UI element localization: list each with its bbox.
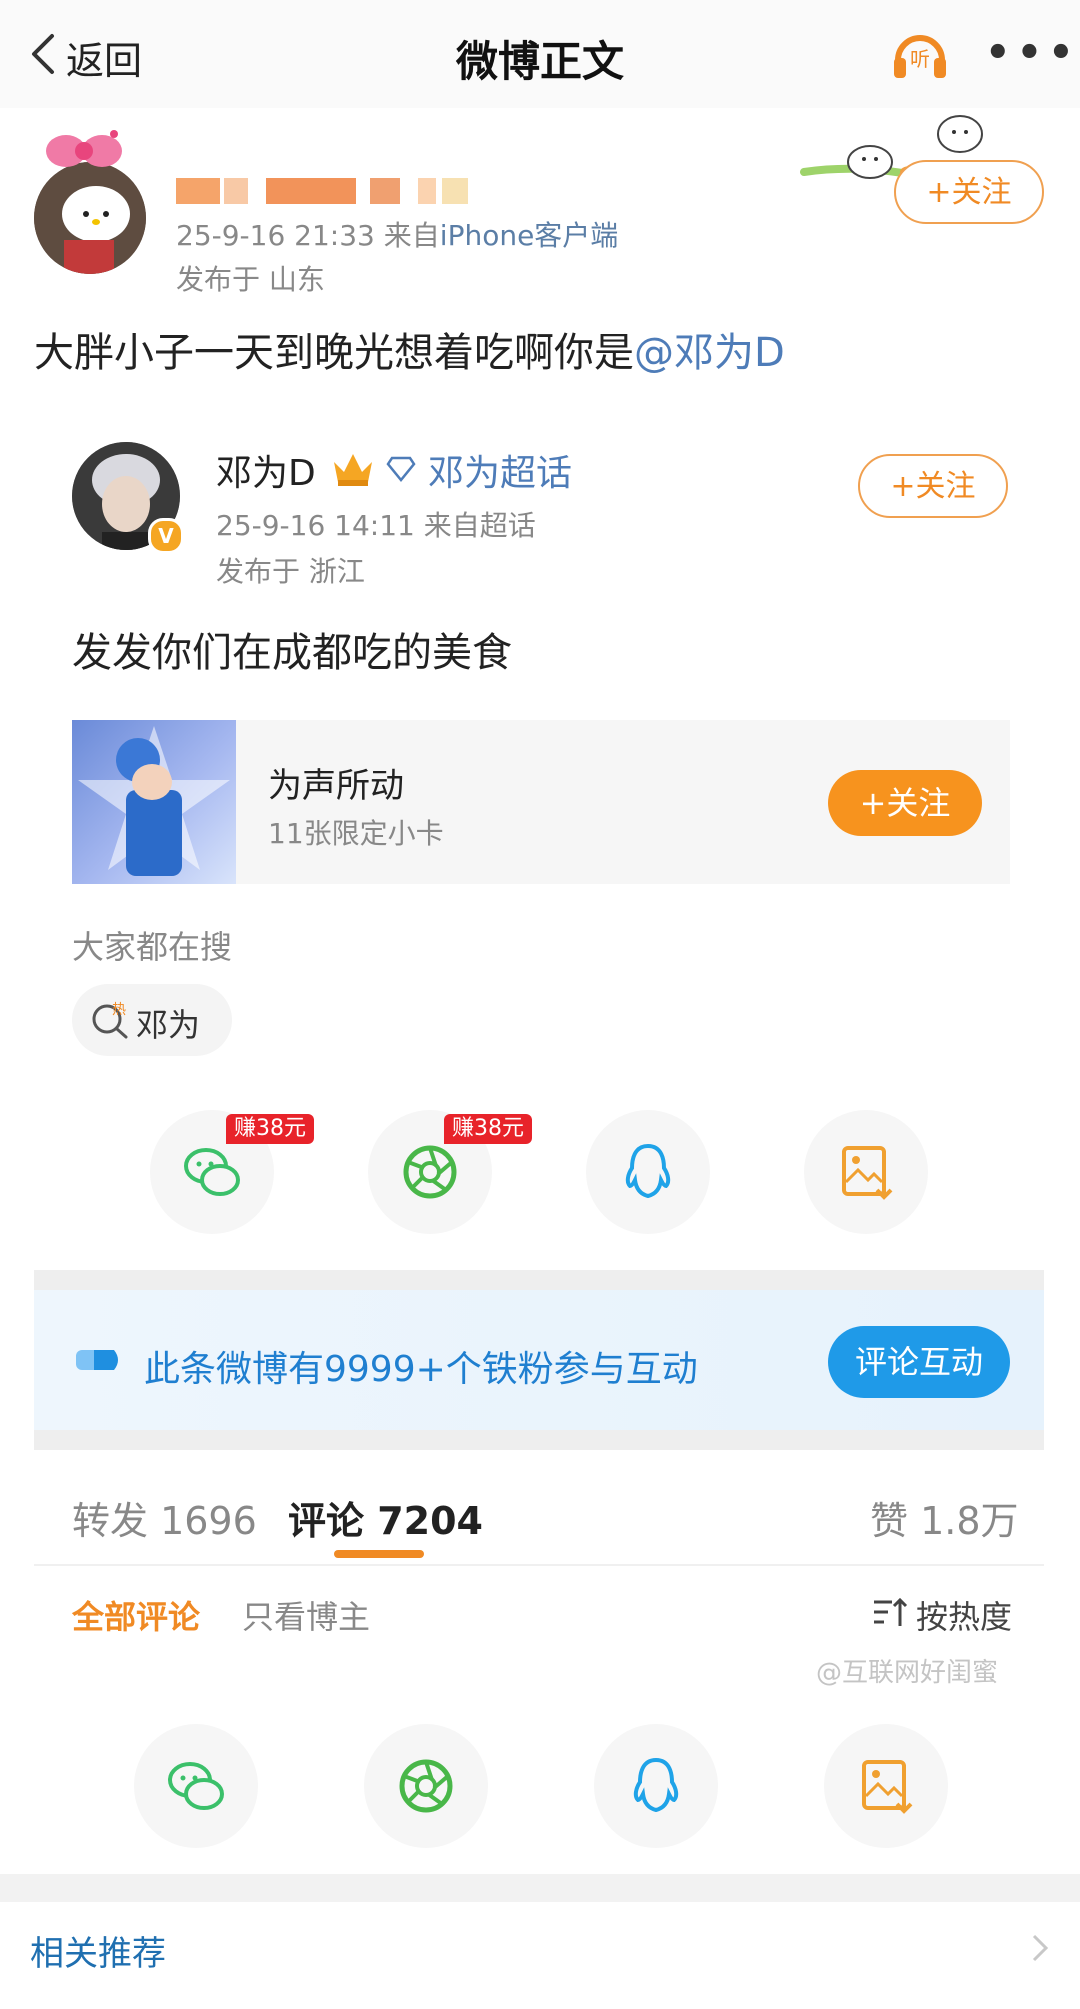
hello-kitty-avatar-icon — [34, 162, 146, 274]
section-separator — [0, 1874, 1080, 1902]
wechat-icon — [168, 1762, 224, 1810]
comment-interaction-button[interactable]: 评论互动 — [828, 1326, 1010, 1398]
hot-search-icon: 热 — [92, 1002, 128, 1039]
blurred-username-part — [266, 178, 356, 204]
filter-author-only[interactable]: 只看博主 — [242, 1592, 370, 1638]
tab-repost[interactable]: 转发 1696 — [72, 1490, 257, 1545]
poster-avatar[interactable] — [34, 162, 146, 274]
divider — [34, 1564, 1044, 1566]
mention-link[interactable]: @邓为D — [634, 330, 785, 376]
listen-label: 听 — [910, 47, 930, 71]
post-time: 25-9-16 21:33 — [176, 219, 375, 252]
reward-badge: 赚38元 — [226, 1114, 314, 1144]
crown-badge-icon — [334, 454, 372, 486]
search-chip-label: 邓为 — [136, 1006, 201, 1044]
pink-bow-icon — [46, 130, 122, 167]
save-image-icon — [862, 1760, 913, 1814]
retweet-location: 发布于 浙江 — [216, 555, 365, 588]
sort-icon[interactable] — [872, 1596, 908, 1630]
post-body: 大胖小子一天到晚光想着吃啊你是 — [34, 330, 634, 376]
retweet-meta: 25-9-16 14:11 来自超话 — [216, 504, 536, 544]
moments-icon — [403, 1145, 457, 1199]
wechat-icon — [184, 1148, 240, 1196]
tab-comments[interactable]: 评论 7204 — [288, 1490, 483, 1545]
blurred-username-part — [370, 178, 400, 204]
card-subtitle: 11张限定小卡 — [268, 817, 444, 850]
post-meta: 25-9-16 21:33 来自iPhone客户端 — [176, 214, 618, 254]
blurred-username-part — [224, 178, 248, 204]
watermark: @互联网好闺蜜 — [816, 1658, 999, 1688]
character-illustration-icon — [78, 726, 230, 876]
card-thumbnail — [72, 720, 236, 884]
filter-all-comments[interactable]: 全部评论 — [72, 1592, 200, 1638]
related-recommendations-label[interactable]: 相关推荐 — [30, 1926, 166, 1975]
blurred-username — [176, 178, 220, 204]
fan-badge-icon — [76, 1350, 118, 1370]
save-image-icon — [842, 1146, 893, 1200]
more-options-button[interactable]: ••• — [985, 30, 1080, 76]
retweet-username[interactable]: 邓为D — [216, 444, 316, 496]
trending-search-heading: 大家都在搜 — [72, 928, 233, 966]
reward-badge: 赚38元 — [444, 1114, 532, 1144]
moments-icon — [399, 1759, 453, 1813]
banner-text: 此条微博有9999+个铁粉参与互动 — [144, 1349, 698, 1390]
retweet-follow-button[interactable]: +关注 — [858, 454, 1008, 518]
follow-button[interactable]: +关注 — [894, 160, 1044, 224]
post-source[interactable]: iPhone客户端 — [440, 219, 619, 252]
post-source-prefix: 来自 — [383, 219, 440, 252]
diamond-icon — [386, 456, 416, 482]
listen-headphones-icon[interactable]: 听 — [888, 22, 952, 86]
super-topic-link[interactable]: 邓为超话 — [428, 444, 572, 496]
post-location: 发布于 山东 — [176, 263, 325, 296]
card-follow-button[interactable]: +关注 — [828, 770, 982, 836]
blurred-username-part — [418, 178, 436, 204]
qq-icon — [625, 1143, 671, 1199]
verified-badge-icon: V — [148, 518, 184, 554]
card-title: 为声所动 — [268, 766, 404, 806]
sort-by-hot[interactable]: 按热度 — [916, 1592, 1012, 1638]
blurred-username-part — [442, 178, 468, 204]
hot-badge: 热 — [112, 1002, 126, 1018]
tab-likes[interactable]: 赞 1.8万 — [870, 1490, 1019, 1545]
qq-icon — [633, 1757, 679, 1813]
retweet-time: 25-9-16 14:11 — [216, 509, 415, 542]
chevron-right-icon[interactable] — [1030, 1932, 1050, 1964]
post-text: 大胖小子一天到晚光想着吃啊你是@邓为D — [34, 320, 785, 378]
retweet-text: 发发你们在成都吃的美食 — [72, 630, 512, 676]
active-tab-indicator — [334, 1550, 424, 1558]
retweet-source: 来自超话 — [423, 509, 536, 542]
